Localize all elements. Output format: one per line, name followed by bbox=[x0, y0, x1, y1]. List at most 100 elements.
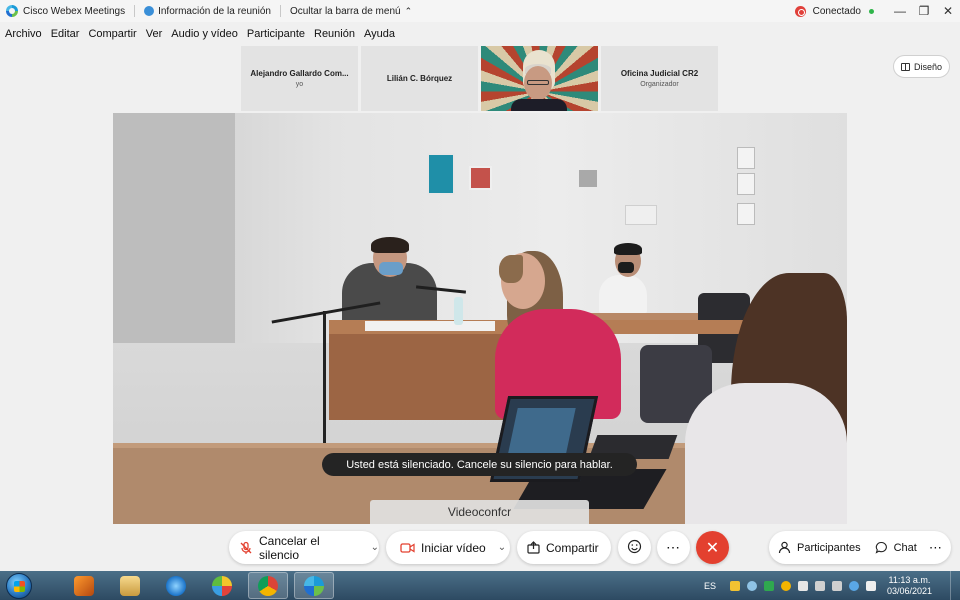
participant-body bbox=[511, 99, 567, 111]
hide-menu-bar-button[interactable]: Ocultar la barra de menú bbox=[290, 6, 401, 17]
meeting-info-button[interactable]: Información de la reunión bbox=[158, 6, 271, 17]
taskbar-explorer[interactable] bbox=[110, 572, 150, 599]
language-indicator[interactable]: ES bbox=[704, 581, 716, 591]
video-person bbox=[599, 275, 647, 313]
title-bar: Cisco Webex Meetings Información de la r… bbox=[0, 0, 960, 22]
chat-bubble-icon bbox=[875, 541, 888, 554]
taskbar-paint[interactable] bbox=[202, 572, 242, 599]
restore-button[interactable]: ❐ bbox=[912, 0, 936, 22]
video-off-icon bbox=[400, 542, 415, 554]
end-meeting-button[interactable]: ✕ bbox=[696, 531, 729, 564]
webex-icon bbox=[304, 575, 324, 596]
participant-tile[interactable]: Oficina Judicial CR2 Organizador bbox=[601, 46, 718, 111]
clock[interactable]: 11:13 a.m. 03/06/2021 bbox=[887, 575, 932, 597]
menu-item-ver[interactable]: Ver bbox=[146, 28, 163, 40]
layout-button[interactable]: Diseño bbox=[893, 55, 950, 78]
muted-notification: Usted está silenciado. Cancele su silenc… bbox=[322, 453, 637, 476]
internet-explorer-icon bbox=[166, 575, 186, 596]
start-video-label: Iniciar vídeo bbox=[421, 540, 486, 555]
start-video-button[interactable]: Iniciar vídeo ⌄ bbox=[386, 531, 510, 564]
video-person-hair bbox=[499, 255, 523, 283]
taskbar-media-player[interactable] bbox=[64, 572, 104, 599]
status-dot-icon bbox=[869, 8, 874, 14]
chevron-down-icon[interactable]: ⌄ bbox=[498, 542, 506, 553]
network-globe-icon[interactable] bbox=[746, 580, 757, 591]
video-wall-paper bbox=[625, 205, 657, 225]
layout-icon bbox=[900, 62, 910, 71]
show-desktop-button[interactable] bbox=[950, 571, 960, 600]
person-icon bbox=[778, 541, 791, 554]
video-sign bbox=[737, 203, 755, 225]
title-divider bbox=[279, 5, 281, 17]
menu-item-editar[interactable]: Editar bbox=[51, 28, 80, 40]
volume-icon[interactable] bbox=[814, 580, 825, 591]
action-center-flag-icon[interactable] bbox=[865, 580, 876, 591]
chevron-up-icon[interactable]: ⌃ bbox=[405, 6, 413, 17]
media-player-icon bbox=[74, 575, 94, 596]
more-panels-icon[interactable]: ⋯ bbox=[929, 540, 942, 556]
participant-role: yo bbox=[295, 81, 304, 88]
info-icon bbox=[144, 6, 155, 16]
app-title: Cisco Webex Meetings bbox=[23, 5, 126, 17]
reactions-button[interactable] bbox=[618, 531, 651, 564]
ellipsis-icon: ⋯ bbox=[666, 539, 681, 555]
tray-app-icon[interactable] bbox=[729, 580, 740, 591]
menu-item-compartir[interactable]: Compartir bbox=[88, 28, 136, 40]
menu-item-participante[interactable]: Participante bbox=[247, 28, 305, 40]
tray-app-icon[interactable] bbox=[797, 580, 808, 591]
participant-video-tile[interactable] bbox=[481, 46, 598, 111]
video-papers bbox=[365, 321, 495, 331]
menu-bar: Archivo Editar Compartir Ver Audio y víd… bbox=[0, 24, 399, 44]
close-icon: ✕ bbox=[705, 539, 720, 557]
clock-date: 03/06/2021 bbox=[886, 585, 932, 596]
bluetooth-icon[interactable] bbox=[848, 580, 859, 591]
share-button[interactable]: Compartir bbox=[517, 531, 611, 564]
chevron-down-icon[interactable]: ⌄ bbox=[371, 542, 379, 553]
clock-time: 11:13 a.m. bbox=[888, 574, 931, 585]
title-divider bbox=[134, 5, 136, 17]
start-button[interactable] bbox=[6, 572, 32, 599]
more-options-button[interactable]: ⋯ bbox=[657, 531, 690, 564]
video-person-mask bbox=[379, 262, 403, 275]
minimize-button[interactable]: — bbox=[888, 0, 912, 22]
menu-item-audio-video[interactable]: Audio y vídeo bbox=[171, 28, 238, 40]
video-person-hair bbox=[614, 243, 642, 255]
video-sign bbox=[737, 173, 755, 195]
panel-buttons: Participantes Chat ⋯ bbox=[769, 531, 951, 564]
chrome-icon bbox=[258, 575, 278, 596]
unmute-label: Cancelar el silencio bbox=[259, 533, 320, 562]
layout-label: Diseño bbox=[913, 61, 942, 72]
unmute-button[interactable]: Cancelar el silencio ⌄ bbox=[229, 531, 379, 564]
participants-label: Participantes bbox=[797, 541, 861, 554]
share-label: Compartir bbox=[546, 540, 599, 555]
taskbar-webex[interactable] bbox=[294, 572, 334, 599]
video-poster bbox=[427, 153, 455, 195]
video-bottle bbox=[454, 297, 463, 325]
smiley-icon bbox=[627, 539, 642, 557]
participant-tile[interactable]: Alejandro Gallardo Com... yo bbox=[241, 46, 358, 111]
system-tray: ES 11:13 a.m. 03/06/2021 bbox=[704, 571, 960, 600]
taskbar-chrome[interactable] bbox=[248, 572, 288, 599]
video-poster bbox=[469, 166, 492, 190]
video-person-mask bbox=[618, 262, 634, 273]
active-speaker-label: Videoconfcr bbox=[370, 500, 589, 524]
signal-icon[interactable] bbox=[831, 580, 842, 591]
video-person bbox=[685, 383, 847, 524]
chat-button[interactable]: Chat bbox=[875, 541, 917, 554]
close-button[interactable]: ✕ bbox=[936, 0, 960, 22]
video-sign bbox=[737, 147, 755, 169]
participants-button[interactable]: Participantes bbox=[778, 541, 861, 554]
connection-status: Conectado bbox=[812, 5, 861, 17]
menu-item-archivo[interactable]: Archivo bbox=[5, 28, 42, 40]
participant-tile[interactable]: Lilián C. Bórquez bbox=[361, 46, 478, 111]
participant-name: Oficina Judicial CR2 bbox=[620, 69, 699, 78]
tray-app-icon[interactable] bbox=[780, 580, 791, 591]
participant-name: Lilián C. Bórquez bbox=[386, 74, 453, 83]
taskbar-internet-explorer[interactable] bbox=[156, 572, 196, 599]
video-mic-pole bbox=[323, 311, 326, 451]
share-icon bbox=[527, 541, 540, 554]
windows-taskbar: ES 11:13 a.m. 03/06/2021 bbox=[0, 571, 960, 600]
security-shield-icon[interactable] bbox=[763, 580, 774, 591]
menu-item-ayuda[interactable]: Ayuda bbox=[364, 28, 395, 40]
menu-item-reunion[interactable]: Reunión bbox=[314, 28, 355, 40]
